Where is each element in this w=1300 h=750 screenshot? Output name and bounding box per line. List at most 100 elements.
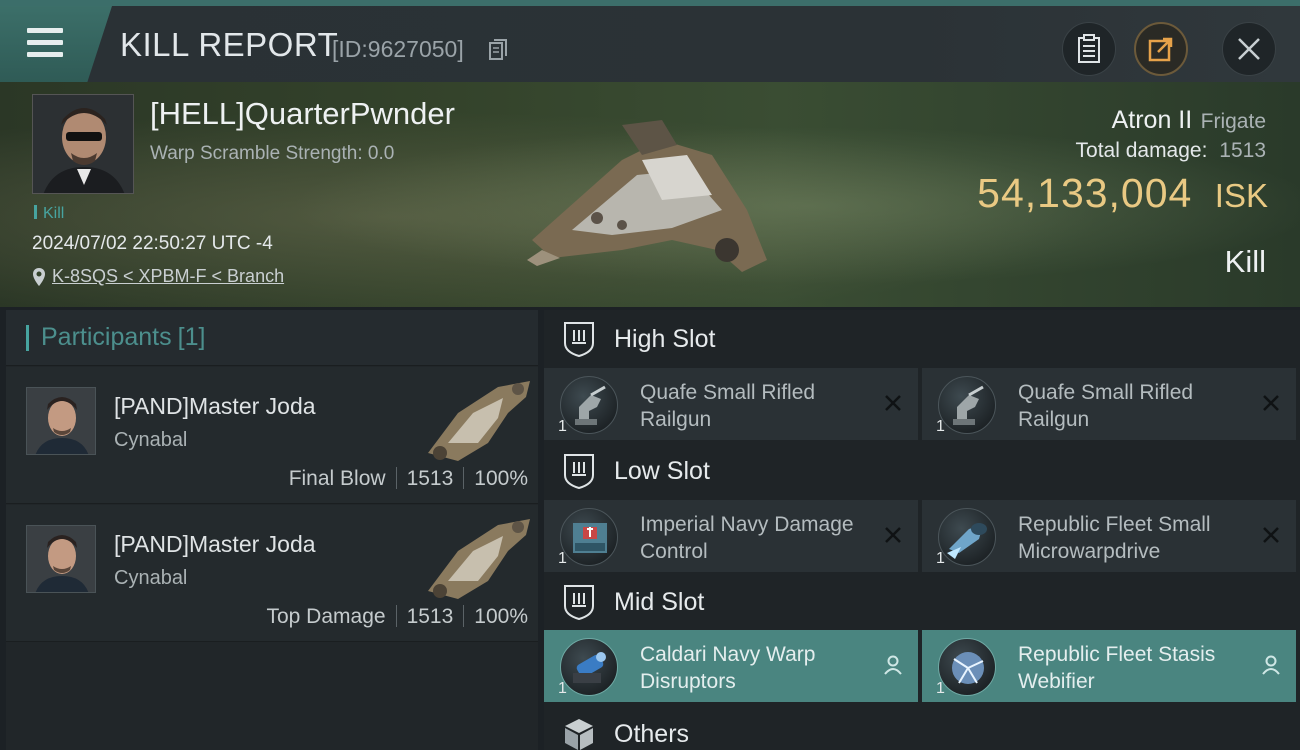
victim-avatar[interactable] bbox=[32, 94, 134, 194]
low-slot-header: Low Slot bbox=[544, 442, 1300, 500]
low-slot-title: Low Slot bbox=[614, 456, 710, 485]
module-name: Caldari Navy Warp Disruptors bbox=[640, 643, 816, 693]
kill-timestamp: 2024/07/02 22:50:27 UTC -4 bbox=[32, 233, 273, 254]
participant-ship-image[interactable] bbox=[418, 511, 538, 605]
others-title: Others bbox=[614, 719, 690, 748]
accent-bar bbox=[26, 324, 29, 351]
total-damage: Total damage: 1513 bbox=[1076, 139, 1266, 163]
stasis-webifier-icon bbox=[938, 638, 996, 696]
railgun-icon bbox=[560, 376, 618, 434]
pilot-portrait-icon bbox=[27, 526, 95, 592]
participant-stats: Top Damage 1513 100% bbox=[266, 605, 528, 629]
participant-role: Top Damage bbox=[266, 605, 386, 628]
report-id: [ID:9627050] bbox=[332, 36, 464, 62]
person-icon bbox=[1262, 655, 1280, 675]
divider bbox=[395, 605, 397, 627]
module-quantity: 1 bbox=[558, 680, 567, 697]
participant-ship: Cynabal bbox=[114, 429, 188, 451]
warp-disruptor-icon bbox=[560, 638, 618, 696]
pilot-portrait-icon bbox=[33, 95, 133, 193]
map-pin-icon bbox=[33, 267, 45, 286]
total-damage-value: 1513 bbox=[1219, 139, 1266, 162]
kill-type: Kill bbox=[1224, 244, 1266, 279]
participant-ship-image[interactable] bbox=[418, 373, 538, 467]
kill-location[interactable]: K-8SQS < XPBM-F < Branch bbox=[32, 266, 284, 287]
participant-damage: 1513 bbox=[406, 605, 454, 628]
module-name: Quafe Small Rifled Railgun bbox=[640, 381, 816, 431]
warp-scramble-strength: Warp Scramble Strength: 0.0 bbox=[150, 143, 395, 164]
copy-icon[interactable] bbox=[489, 39, 507, 61]
slot-shield-icon bbox=[564, 454, 594, 489]
victim-ship: Atron II Frigate bbox=[1112, 106, 1266, 135]
module-name: Imperial Navy Damage Control bbox=[640, 513, 854, 563]
module-card[interactable]: 1 Republic Fleet Small Microwarpdrive bbox=[922, 500, 1296, 572]
share-icon bbox=[1148, 37, 1173, 62]
mid-slot-header: Mid Slot bbox=[544, 573, 1300, 631]
close-button[interactable] bbox=[1222, 22, 1276, 76]
participants-title: Participants bbox=[41, 323, 172, 351]
victim-banner: [HELL]QuarterPwnder Warp Scramble Streng… bbox=[0, 82, 1300, 307]
module-quantity: 1 bbox=[558, 418, 567, 435]
top-bar: KILL REPORT [ID:9627050] bbox=[0, 0, 1300, 82]
victim-ship-image[interactable] bbox=[512, 100, 782, 280]
participant-avatar[interactable] bbox=[26, 525, 96, 593]
module-name: Republic Fleet Small Microwarpdrive bbox=[1018, 513, 1211, 563]
module-quantity: 1 bbox=[936, 550, 945, 567]
module-card[interactable]: 1 Quafe Small Rifled Railgun bbox=[922, 368, 1296, 440]
divider bbox=[463, 605, 465, 627]
isk-unit: ISK bbox=[1214, 177, 1268, 214]
close-icon bbox=[1238, 38, 1260, 60]
microwarpdrive-icon bbox=[938, 508, 996, 566]
isk-value: 54,133,004 bbox=[977, 170, 1193, 216]
page-title: KILL REPORT bbox=[120, 26, 339, 63]
participant-row[interactable]: [PAND]Master Joda Cynabal Top Damage 1513… bbox=[6, 505, 538, 642]
damage-control-icon bbox=[560, 508, 618, 566]
kill-tag: Kill bbox=[34, 205, 64, 223]
module-card[interactable]: 1 Caldari Navy Warp Disruptors bbox=[544, 630, 918, 702]
destroyed-x-icon bbox=[1263, 527, 1279, 543]
module-quantity: 1 bbox=[558, 550, 567, 567]
divider bbox=[395, 467, 397, 489]
victim-name[interactable]: [HELL]QuarterPwnder bbox=[150, 96, 455, 132]
share-button[interactable] bbox=[1134, 22, 1188, 76]
participants-header: Participants [1] bbox=[6, 310, 538, 366]
slot-shield-icon bbox=[564, 585, 594, 620]
module-card[interactable]: 1 Quafe Small Rifled Railgun bbox=[544, 368, 918, 440]
divider bbox=[463, 467, 465, 489]
hamburger-menu-icon[interactable] bbox=[27, 28, 63, 58]
participant-damage: 1513 bbox=[406, 467, 454, 490]
slot-shield-icon bbox=[564, 322, 594, 357]
participant-name[interactable]: [PAND]Master Joda bbox=[114, 531, 316, 558]
fitting-panel: High Slot 1 Quafe Small Rifled Railgun 1… bbox=[544, 310, 1300, 750]
clipboard-icon bbox=[1078, 34, 1100, 63]
participant-percent: 100% bbox=[474, 605, 528, 628]
menu-button[interactable] bbox=[0, 6, 112, 82]
mid-slot-title: Mid Slot bbox=[614, 587, 705, 616]
participant-role: Final Blow bbox=[288, 467, 386, 490]
isk-value-line: 54,133,004 ISK bbox=[977, 170, 1268, 217]
participant-row[interactable]: [PAND]Master Joda Cynabal Final Blow 1513… bbox=[6, 367, 538, 504]
module-card[interactable]: 1 Imperial Navy Damage Control bbox=[544, 500, 918, 572]
module-name: Quafe Small Rifled Railgun bbox=[1018, 381, 1194, 431]
participant-stats: Final Blow 1513 100% bbox=[289, 467, 528, 491]
person-icon bbox=[884, 655, 902, 675]
module-name: Republic Fleet Stasis Webifier bbox=[1018, 643, 1216, 693]
module-card[interactable]: 1 Republic Fleet Stasis Webifier bbox=[922, 630, 1296, 702]
clipboard-button[interactable] bbox=[1062, 22, 1116, 76]
pilot-portrait-icon bbox=[27, 388, 95, 454]
destroyed-x-icon bbox=[1263, 395, 1279, 411]
module-quantity: 1 bbox=[936, 418, 945, 435]
module-quantity: 1 bbox=[936, 680, 945, 697]
victim-ship-class: Frigate bbox=[1200, 110, 1266, 133]
railgun-icon bbox=[938, 376, 996, 434]
total-damage-label: Total damage: bbox=[1075, 139, 1208, 162]
participant-name[interactable]: [PAND]Master Joda bbox=[114, 393, 316, 420]
location-link[interactable]: K-8SQS < XPBM-F < Branch bbox=[52, 266, 284, 287]
cube-icon bbox=[565, 719, 593, 750]
participants-count: [1] bbox=[177, 323, 206, 351]
victim-ship-name[interactable]: Atron II bbox=[1112, 106, 1193, 134]
participant-avatar[interactable] bbox=[26, 387, 96, 455]
participant-ship: Cynabal bbox=[114, 567, 188, 589]
destroyed-x-icon bbox=[885, 395, 901, 411]
participants-panel: Participants [1] [PAND]Master Joda Cynab… bbox=[6, 310, 538, 750]
